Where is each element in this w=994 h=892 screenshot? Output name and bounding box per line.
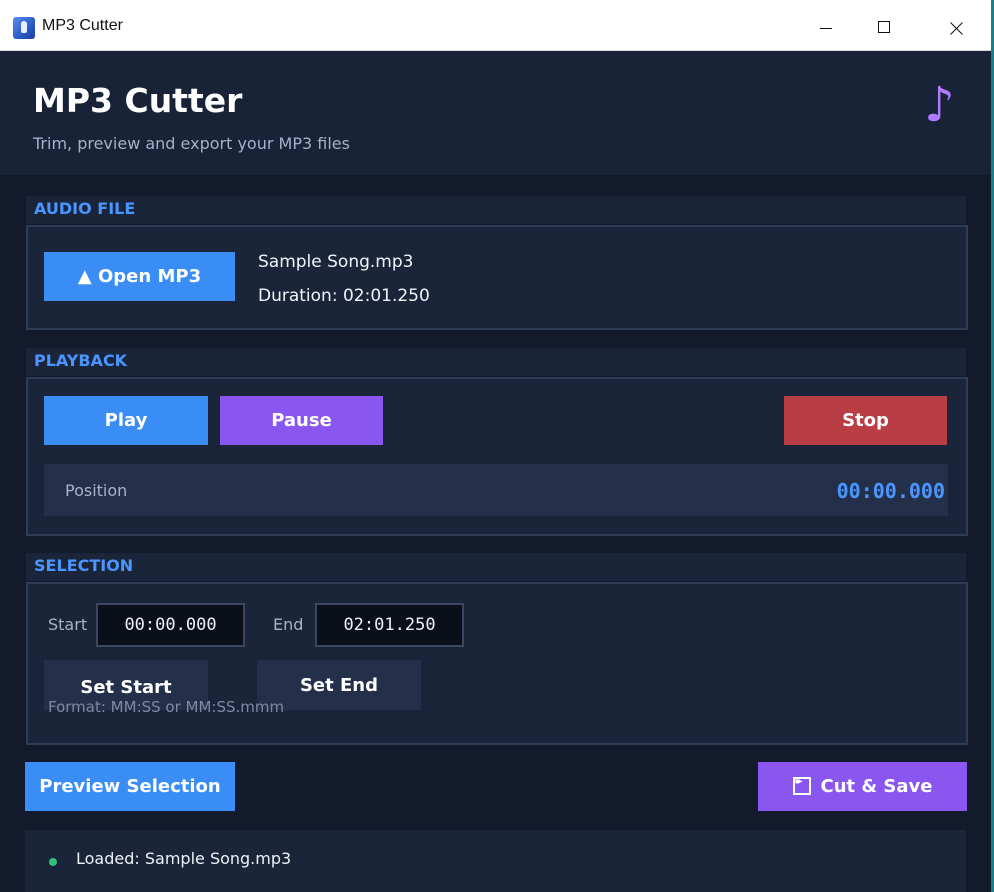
format-hint: Format: MM:SS or MM:SS.mmm (48, 698, 285, 716)
playback-section-header: PLAYBACK (26, 348, 966, 376)
position-display: Position 00:00.000 (44, 464, 948, 516)
minimize-button[interactable] (803, 0, 849, 50)
music-note-icon: ♪ (924, 77, 955, 133)
start-label: Start (48, 615, 88, 634)
stop-button[interactable]: Stop (784, 396, 947, 445)
play-button[interactable]: Play (44, 396, 208, 445)
cut-icon (792, 776, 811, 795)
app-subtitle: Trim, preview and export your MP3 files (33, 134, 350, 153)
cut-save-button[interactable]: Cut & Save (758, 762, 967, 811)
status-bar: Loaded: Sample Song.mp3 (25, 830, 966, 892)
file-name: Sample Song.mp3 (258, 252, 414, 272)
audio-file-section-header: AUDIO FILE (26, 196, 966, 224)
position-label: Position (65, 481, 128, 500)
maximize-button[interactable] (862, 0, 908, 50)
selection-section-label: SELECTION (34, 556, 134, 575)
status-indicator-icon (49, 858, 57, 866)
app-window: MP3 Cutter MP3 Cutter Trim, preview and … (0, 0, 991, 892)
close-button[interactable] (933, 0, 979, 50)
playback-section-label: PLAYBACK (34, 351, 128, 370)
start-time-input[interactable] (96, 603, 245, 647)
selection-section-header: SELECTION (26, 553, 966, 581)
audio-file-section-label: AUDIO FILE (34, 199, 136, 218)
status-text: Loaded: Sample Song.mp3 (76, 849, 292, 868)
end-label: End (273, 615, 304, 634)
window-title: MP3 Cutter (42, 17, 123, 34)
title-bar: MP3 Cutter (0, 0, 991, 51)
app-header: MP3 Cutter Trim, preview and export your… (0, 51, 991, 175)
app-icon (13, 17, 35, 39)
position-time: 00:00.000 (836, 479, 945, 503)
app-heading: MP3 Cutter (33, 81, 243, 120)
cut-save-label: Cut & Save (820, 776, 933, 797)
end-time-input[interactable] (315, 603, 464, 647)
preview-selection-button[interactable]: Preview Selection (25, 762, 235, 811)
file-duration: Duration: 02:01.250 (258, 286, 430, 306)
pause-button[interactable]: Pause (220, 396, 383, 445)
open-mp3-button[interactable]: ▲ Open MP3 (44, 252, 235, 301)
